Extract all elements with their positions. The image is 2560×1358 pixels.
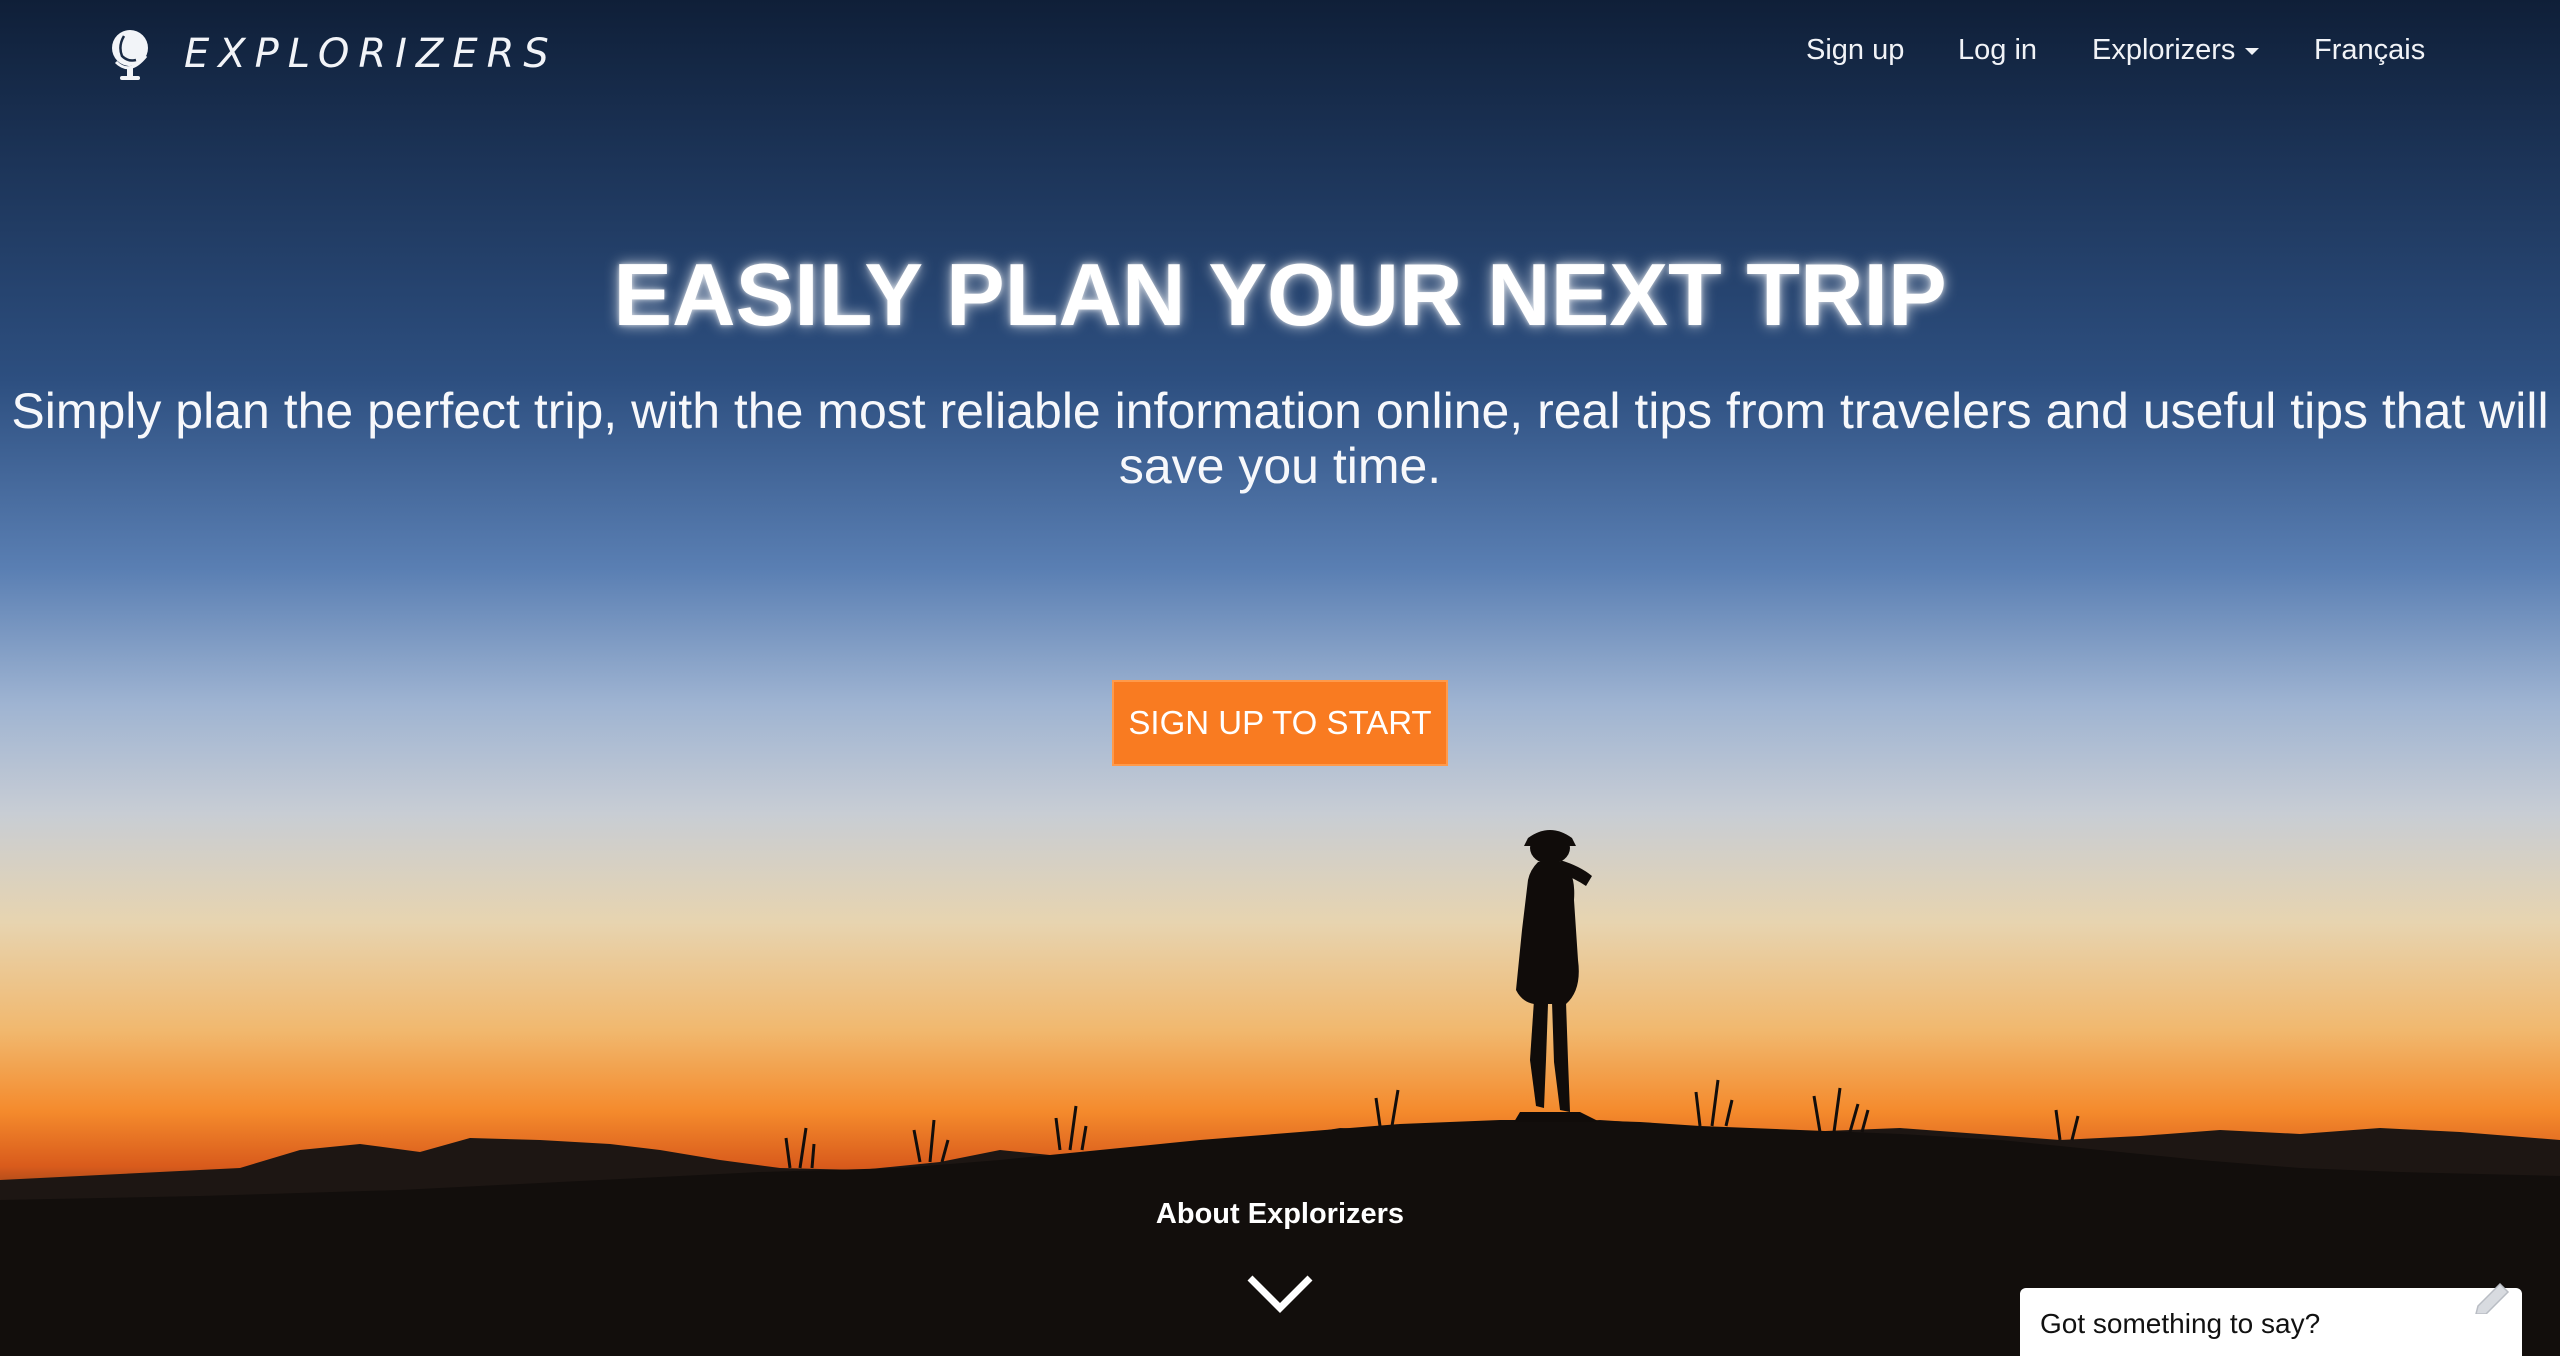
hero-subline: Simply plan the perfect trip, with the m… [11, 383, 2549, 494]
nav-language-link[interactable]: Français [2314, 34, 2425, 67]
hero-headline: EASILY PLAN YOUR NEXT TRIP [613, 245, 1947, 344]
pencil-icon[interactable] [2472, 1278, 2516, 1314]
landscape-silhouette [0, 830, 2560, 1356]
nav-signup-link[interactable]: Sign up [1806, 34, 1904, 67]
nav-explorizers-label: Explorizers [2092, 34, 2236, 66]
chevron-down-icon[interactable] [1246, 1272, 1314, 1316]
nav-explorizers-dropdown[interactable]: Explorizers [2092, 34, 2260, 67]
nav-login-link[interactable]: Log in [1958, 34, 2037, 67]
hero-background [0, 0, 2560, 1356]
top-nav: Sign up Log in Explorizers Français [0, 34, 2560, 74]
feedback-widget[interactable]: Got something to say? [2020, 1288, 2522, 1358]
caret-down-icon [2245, 47, 2260, 55]
about-link[interactable]: About Explorizers [0, 1198, 2560, 1231]
signup-cta-button[interactable]: SIGN UP TO START [1112, 680, 1448, 766]
